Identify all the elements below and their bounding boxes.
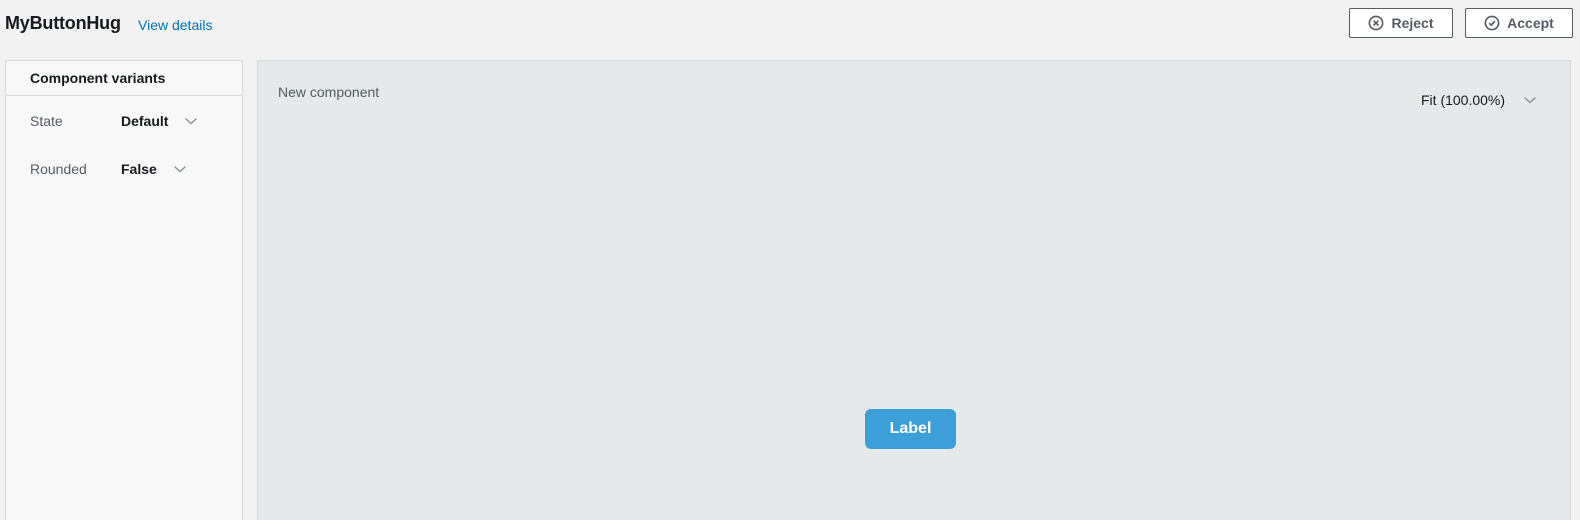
view-details-link[interactable]: View details [138,17,212,33]
panel-title: Component variants [6,61,242,96]
rounded-select-value: False [121,161,157,177]
preview-canvas: New component Fit (100.00%) Label [257,60,1571,520]
state-select[interactable]: Default [121,113,198,129]
chevron-down-icon [173,164,187,174]
variant-label-rounded: Rounded [30,161,87,177]
component-title: MyButtonHug [5,13,121,33]
zoom-select-value: Fit (100.00%) [1421,92,1506,108]
chevron-down-icon [1523,95,1537,105]
header: MyButtonHug View details Reject Accept [0,0,1580,52]
component-variants-panel: Component variants State Default Rounded… [5,60,243,520]
check-circle-icon [1484,15,1500,31]
zoom-select[interactable]: Fit (100.00%) [1421,92,1537,108]
preview-label-button[interactable]: Label [865,409,956,449]
x-circle-icon [1368,15,1384,31]
variant-row-state: State Default [30,111,198,131]
chevron-down-icon [184,116,198,126]
reject-label: Reject [1391,15,1434,31]
variant-label-state: State [30,113,63,129]
accept-button[interactable]: Accept [1465,8,1573,38]
canvas-title: New component [278,84,380,100]
variant-row-rounded: Rounded False [30,159,187,179]
state-select-value: Default [121,113,169,129]
reject-button[interactable]: Reject [1349,8,1453,38]
rounded-select[interactable]: False [121,161,187,177]
accept-label: Accept [1507,15,1554,31]
